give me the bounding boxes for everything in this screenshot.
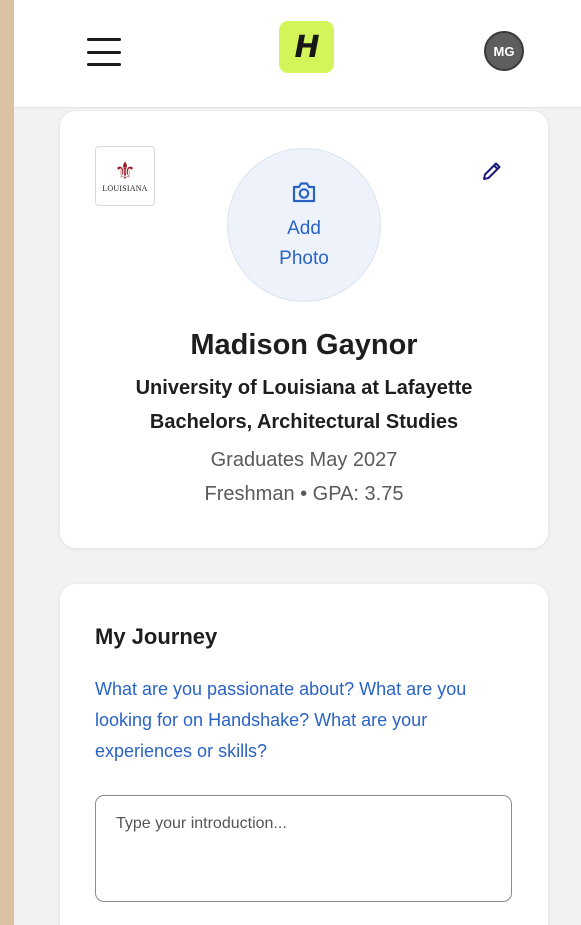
menu-icon-line	[87, 63, 121, 66]
school-logo-text: LOUISIANA	[102, 183, 148, 193]
profile-graduation: Graduates May 2027	[210, 449, 398, 471]
add-photo-button[interactable]: Add Photo	[227, 148, 381, 302]
top-navigation-bar: H MG	[14, 0, 581, 108]
journey-card: My Journey What are you passionate about…	[60, 584, 548, 925]
profile-name: Madison Gaynor	[190, 329, 418, 361]
menu-icon-line	[87, 38, 121, 41]
menu-icon[interactable]	[87, 38, 121, 66]
handshake-logo[interactable]: H	[279, 21, 334, 73]
add-photo-label: Add Photo	[279, 218, 329, 269]
profile-card: ⚜ LOUISIANA Add Photo Madison Gaynor Uni…	[60, 111, 548, 548]
fleur-de-lis-icon: ⚜	[114, 157, 136, 185]
profile-school: University of Louisiana at Lafayette	[135, 377, 473, 399]
profile-year-gpa: Freshman • GPA: 3.75	[204, 483, 404, 505]
profile-degree: Bachelors, Architectural Studies	[149, 411, 459, 433]
menu-icon-line	[87, 50, 121, 54]
school-logo: ⚜ LOUISIANA	[95, 146, 155, 206]
camera-icon	[292, 182, 316, 203]
journey-prompt: What are you passionate about? What are …	[95, 679, 467, 761]
pencil-icon[interactable]	[480, 159, 504, 183]
introduction-input[interactable]	[95, 795, 512, 902]
journey-title: My Journey	[95, 624, 218, 649]
user-avatar-button[interactable]: MG	[484, 31, 524, 71]
phone-screen: H MG ⚜ LOUISIANA Add Photo Madison Gayno…	[14, 0, 581, 925]
